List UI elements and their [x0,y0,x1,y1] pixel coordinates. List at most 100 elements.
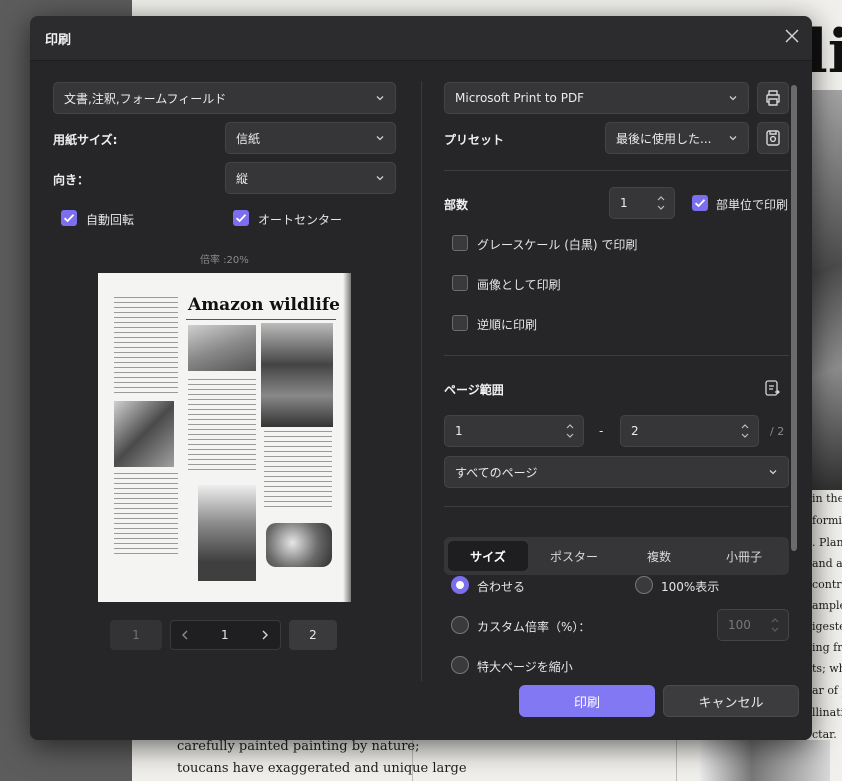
range-separator: - [599,424,604,438]
printer-icon [766,90,780,106]
stepper-arrows-icon[interactable] [740,422,750,440]
tab-size[interactable]: サイズ [448,541,528,571]
auto-rotate-checkbox[interactable] [61,210,77,226]
current-page-value[interactable]: 1 [221,628,229,642]
document-text-fragment: contro [812,578,842,591]
print-preview: Amazon wildlife [98,273,351,602]
settings-scrollbar[interactable] [791,85,797,551]
cancel-button[interactable]: キャンセル [663,685,799,717]
preset-value: 最後に使用した... [616,131,712,146]
auto-center-checkbox[interactable] [233,210,249,226]
page-range-options-icon[interactable] [763,378,783,398]
stepper-arrows-icon[interactable] [770,616,780,634]
orientation-label: 向き： [53,173,90,187]
last-page-button[interactable]: 2 [289,620,337,650]
chevron-down-icon [376,136,384,141]
print-as-image-label: 画像として印刷 [477,278,561,292]
grayscale-label: グレースケール (白黒) で印刷 [477,238,638,252]
dialog-body: 文書,注釈,フォームフィールド 用紙サイズ: 信紙 向き： 縦 自動回転 オート… [30,60,812,740]
shrink-oversize-radio[interactable] [451,656,469,674]
orientation-value: 縦 [236,171,249,186]
grayscale-checkbox[interactable] [452,235,468,251]
actual-size-label: 100%表示 [661,580,720,594]
document-text-fragment: llinati [812,706,842,719]
chevron-down-icon [769,470,777,475]
document-text-fragment: . Plan [812,536,842,549]
preview-photo-giraffe [198,485,256,581]
auto-rotate-label: 自動回転 [86,213,135,227]
preview-photo-owl [266,523,332,567]
range-from-value: 1 [455,424,463,438]
close-icon[interactable] [782,26,802,46]
document-text-fragment: and ar [812,557,842,570]
paper-size-label: 用紙サイズ: [53,133,118,147]
document-column-rule [676,740,677,781]
document-text-line: toucans have exaggerated and unique larg… [177,761,467,776]
preset-label: プリセット [444,133,505,147]
reverse-order-checkbox[interactable] [452,315,468,331]
chevron-down-icon [729,136,737,141]
shrink-oversize-label: 特大ページを縮小 [477,660,573,674]
range-to-input[interactable]: 2 [620,415,759,447]
copies-stepper[interactable]: 1 [609,187,675,219]
section-divider [444,355,789,356]
print-as-image-checkbox[interactable] [452,275,468,291]
preview-edge-shadow [343,273,351,602]
zoom-caption: 倍率 :20% [200,255,249,266]
range-to-value: 2 [631,424,639,438]
printer-properties-button[interactable] [757,82,789,114]
auto-center-label: オートセンター [258,213,343,227]
check-icon [63,214,75,223]
collate-checkbox[interactable] [692,195,708,211]
range-total: / 2 [770,425,785,438]
dialog-title: 印刷 [45,33,72,48]
preview-text-column [114,297,178,397]
tab-multiple[interactable]: 複数 [616,541,702,571]
print-dialog: 印刷 文書,注釈,フォームフィールド 用紙サイズ: 信紙 向き： 縦 自動回転 … [30,16,812,740]
orientation-select[interactable]: 縦 [225,162,396,194]
tab-booklet[interactable]: 小冊子 [702,541,786,571]
print-content-select[interactable]: 文書,注釈,フォームフィールド [53,82,396,114]
printer-select[interactable]: Microsoft Print to PDF [444,82,749,114]
range-from-input[interactable]: 1 [444,415,584,447]
first-page-button[interactable]: 1 [110,620,162,650]
chevron-down-icon [729,96,737,101]
custom-scale-value: 100 [728,618,751,632]
document-text-fragment: ample [812,599,842,612]
preview-rule [186,319,336,320]
printer-value: Microsoft Print to PDF [455,91,585,105]
preview-photo-flamingo [114,401,174,467]
document-text-fragment: igested [812,620,842,633]
preview-text-column [264,431,332,507]
fit-label: 合わせる [477,580,526,594]
fit-radio[interactable] [451,576,469,594]
section-divider [444,170,789,171]
save-preset-button[interactable] [757,122,789,154]
preview-text-column [188,379,256,471]
preset-select[interactable]: 最後に使用した... [605,122,749,154]
document-text-fragment: forming [812,514,842,527]
print-button[interactable]: 印刷 [519,685,655,717]
stepper-arrows-icon[interactable] [656,194,666,212]
custom-scale-radio[interactable] [451,616,469,634]
reverse-order-label: 逆順に印刷 [477,318,538,332]
document-text-line: carefully painted painting by nature; [177,739,420,754]
chevron-down-icon [376,176,384,181]
custom-scale-input[interactable]: 100 [717,609,789,641]
section-divider [444,506,789,507]
custom-scale-label: カスタム倍率（%）： [477,620,591,634]
preview-photo-frog [261,323,333,427]
document-text-fragment: ing fruit [812,641,842,654]
chevron-right-icon[interactable] [258,628,272,642]
print-content-value: 文書,注釈,フォームフィールド [64,91,227,106]
chevron-left-icon[interactable] [178,628,192,642]
page-subset-select[interactable]: すべてのページ [444,456,789,488]
tab-poster[interactable]: ポスター [532,541,616,571]
check-icon [694,199,706,208]
stepper-arrows-icon[interactable] [565,422,575,440]
actual-size-radio[interactable] [635,576,653,594]
document-photo-giraffe [700,740,830,781]
paper-size-select[interactable]: 信紙 [225,122,396,154]
column-divider [421,81,422,681]
preview-text-column [114,473,178,557]
